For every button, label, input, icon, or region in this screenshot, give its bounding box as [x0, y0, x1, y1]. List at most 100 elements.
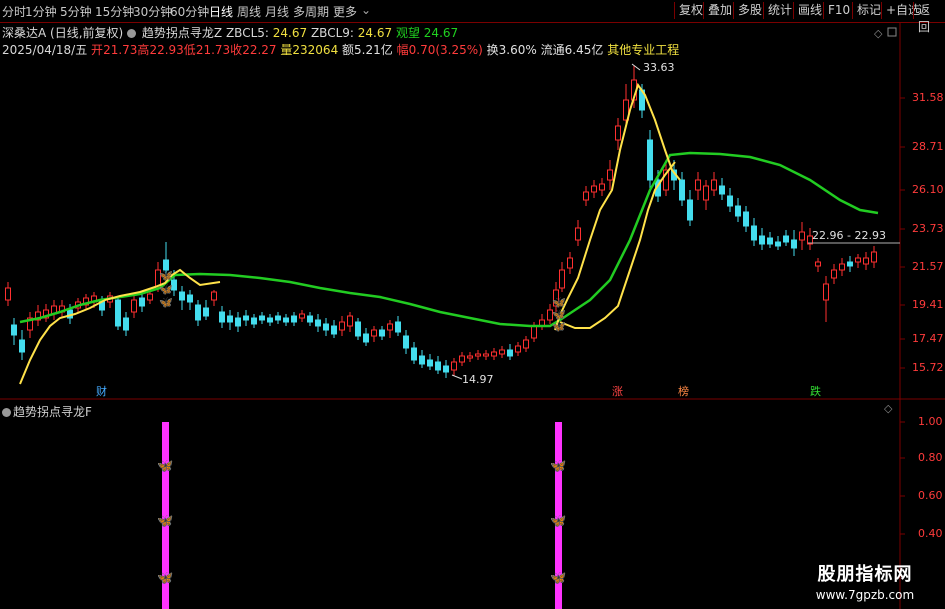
candle-body: [403, 335, 409, 349]
candle-body: [379, 329, 385, 337]
candle-body: [847, 261, 853, 267]
sub-indicator-name: 趋势拐点寻龙F: [13, 405, 92, 419]
candle-body: [863, 257, 869, 265]
candle-body: [259, 315, 265, 321]
low-pointer: [451, 374, 463, 380]
sub-indicator-settings-icon[interactable]: [2, 408, 11, 417]
candle-body: [323, 323, 329, 331]
candle-body: [591, 185, 597, 193]
price-tick: 15.72: [912, 361, 944, 374]
candle-body: [743, 211, 749, 227]
candle-body: [523, 339, 529, 349]
candle-body: [775, 241, 781, 247]
candle-body: [427, 359, 433, 367]
event-marker-bang[interactable]: 榜: [678, 383, 689, 399]
butterfly-icon: 🦋: [550, 459, 566, 474]
butterfly-marker-group-2: 🦋 🦋 🦋: [552, 296, 566, 333]
candle-body: [475, 353, 481, 357]
candle-body: [499, 349, 505, 355]
price-tick: 19.41: [912, 298, 944, 311]
butterfly-icon: 🦋: [159, 269, 173, 282]
candle-body: [355, 321, 361, 337]
candle-body: [203, 307, 209, 317]
candle-body: [315, 319, 321, 327]
candle-body: [687, 199, 693, 221]
sub-axis-tick: 0.40: [918, 527, 943, 540]
candle-body: [483, 353, 489, 357]
candle-body: [11, 324, 17, 336]
sub-axis-tick: 0.80: [918, 451, 943, 464]
candle-body: [647, 139, 653, 181]
candle-body: [251, 317, 257, 325]
candle-body: [419, 355, 425, 365]
chart-canvas[interactable]: ◇ ◇ 🦋 🦋 🦋 🦋 🦋 🦋 🦋 🦋 🦋 🦋 🦋 🦋: [0, 0, 945, 609]
butterfly-icon: 🦋: [552, 320, 566, 333]
candle-body: [347, 315, 353, 327]
candle-body: [783, 235, 789, 243]
sub-diamond-icon: ◇: [884, 402, 893, 415]
price-tick: 21.57: [912, 260, 944, 273]
price-tick: 31.58: [912, 91, 944, 104]
candle-body: [5, 287, 11, 301]
candle-body: [467, 355, 473, 359]
sub-panel-title[interactable]: 趋势拐点寻龙F: [2, 403, 92, 420]
candle-body: [679, 179, 685, 201]
candle-body: [123, 317, 129, 331]
candle-body: [19, 339, 25, 353]
candle-body: [395, 321, 401, 333]
candle-body: [211, 291, 217, 301]
candle-body: [507, 349, 513, 357]
candle-body: [139, 297, 145, 307]
candle-body: [291, 315, 297, 323]
candle-body: [363, 333, 369, 343]
candle-body: [815, 261, 821, 267]
event-marker-zhang[interactable]: 涨: [612, 383, 623, 399]
candle-body: [871, 251, 877, 263]
candle-body: [131, 299, 137, 313]
sub-axis-tick: 0.60: [918, 489, 943, 502]
watermark-url: www.7gpzb.com: [815, 588, 915, 602]
price-tick: 17.47: [912, 332, 944, 345]
range-label: 22.96 - 22.93: [812, 229, 886, 242]
butterfly-icon: 🦋: [157, 571, 173, 586]
candle-body: [275, 315, 281, 321]
yellow-slow-line: [559, 161, 676, 329]
candle-body: [719, 185, 725, 195]
candle-body: [283, 317, 289, 323]
high-pointer: [631, 63, 641, 71]
candle-body: [339, 321, 345, 331]
event-marker-die[interactable]: 跌: [810, 383, 821, 399]
candle-body: [615, 125, 621, 141]
candle-body: [567, 257, 573, 269]
low-price-label: 14.97: [462, 373, 494, 386]
candle-body: [559, 269, 565, 289]
candle-body: [147, 293, 153, 301]
candle-body: [195, 304, 201, 321]
candle-body: [759, 235, 765, 245]
candle-body: [751, 225, 757, 241]
candle-body: [695, 179, 701, 191]
event-marker-cai[interactable]: 财: [96, 383, 107, 399]
candle-body: [607, 169, 613, 181]
diamond-icon: ◇: [874, 27, 883, 40]
candle-body: [583, 191, 589, 201]
candle-body: [387, 323, 393, 331]
watermark-title: 股朋指标网: [817, 564, 913, 585]
candle-body: [459, 355, 465, 363]
butterfly-marker-group-1: 🦋 🦋 🦋: [159, 269, 173, 309]
candle-body: [799, 231, 805, 241]
candle-body: [831, 269, 837, 279]
candle-body: [443, 365, 449, 373]
candle-body: [451, 361, 457, 371]
candle-body: [267, 317, 273, 323]
candle-body: [299, 313, 305, 319]
butterfly-icon: 🦋: [550, 571, 566, 586]
candle-body: [735, 205, 741, 217]
candle-body: [179, 291, 185, 301]
candle-body: [227, 315, 233, 323]
candle-body: [531, 325, 537, 339]
price-tick: 26.10: [912, 183, 944, 196]
butterfly-icon: 🦋: [157, 459, 173, 474]
high-price-label: 33.63: [643, 61, 675, 74]
candle-body: [371, 329, 377, 337]
